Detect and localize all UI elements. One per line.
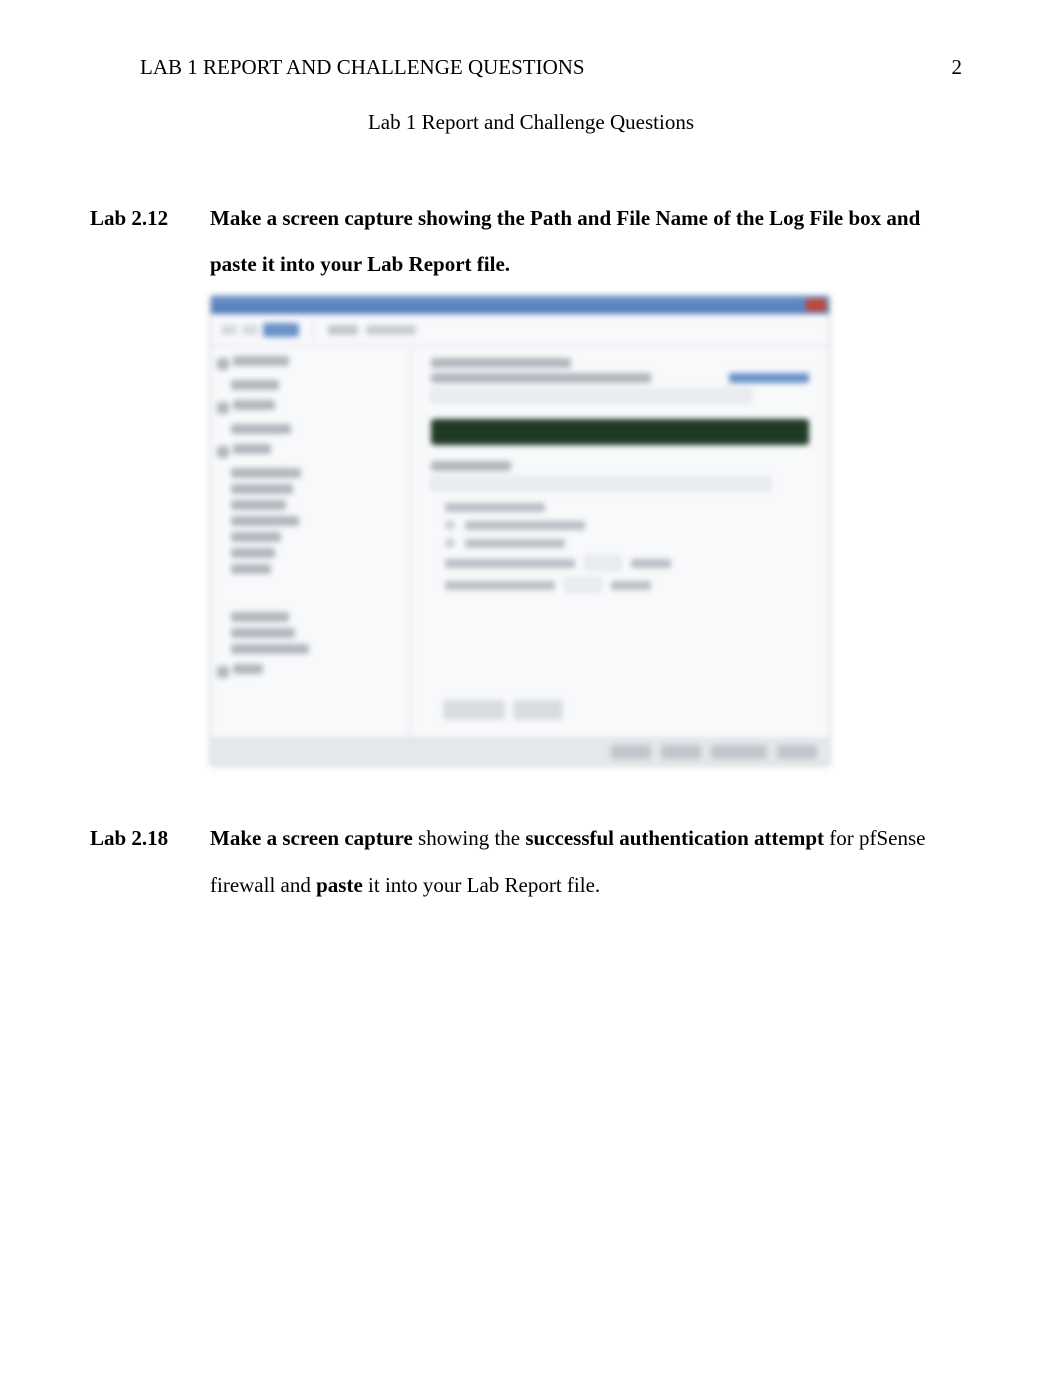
radio-option[interactable] xyxy=(445,520,809,530)
tree-item[interactable] xyxy=(231,484,293,494)
footer-button[interactable] xyxy=(611,745,651,759)
tree-item[interactable] xyxy=(231,380,279,390)
lab-item-body: Make a screen capture showing the succes… xyxy=(210,815,972,907)
radio-icon xyxy=(445,520,455,530)
document-page: LAB 1 REPORT AND CHALLENGE QUESTIONS 2 L… xyxy=(0,0,1062,908)
tree-item[interactable] xyxy=(231,548,275,558)
unit-label xyxy=(631,559,671,568)
footer-button[interactable] xyxy=(777,745,817,759)
options-group xyxy=(431,503,809,592)
toolbar-icon[interactable] xyxy=(221,325,237,335)
toolbar-label xyxy=(366,325,416,335)
text: it into your Lab Report file. xyxy=(363,873,600,897)
text-bold: successful authentication attempt xyxy=(525,826,824,850)
lab-item-218: Lab 2.18 Make a screen capture showing t… xyxy=(90,815,972,907)
field-label xyxy=(431,461,511,471)
running-header-title: LAB 1 REPORT AND CHALLENGE QUESTIONS xyxy=(90,55,585,80)
embedded-screenshot xyxy=(210,295,972,765)
number-option xyxy=(445,578,809,592)
toolbar-label xyxy=(328,325,358,335)
option-label xyxy=(445,581,555,590)
content-buttons xyxy=(431,694,809,726)
text-input[interactable] xyxy=(431,389,751,403)
lab-item-label: Lab 2.12 xyxy=(90,195,210,287)
radio-option[interactable] xyxy=(445,538,809,548)
toolbar-selected-tab[interactable] xyxy=(263,323,299,337)
toolbar-separator xyxy=(313,321,314,339)
tree-item[interactable] xyxy=(231,468,301,478)
lab-item-text: Make a screen capture showing the Path a… xyxy=(210,206,920,276)
group-label xyxy=(445,503,545,512)
dialog-footer xyxy=(211,738,829,764)
tree-item[interactable] xyxy=(231,424,291,434)
dialog-titlebar xyxy=(211,296,829,314)
tree-item[interactable] xyxy=(231,516,299,526)
field-row xyxy=(431,358,809,403)
option-label xyxy=(465,539,565,548)
option-label xyxy=(445,559,575,568)
dialog-content xyxy=(411,346,829,738)
toolbar-icon[interactable] xyxy=(242,325,258,335)
tree-item[interactable] xyxy=(233,356,289,366)
close-icon[interactable] xyxy=(806,299,826,311)
tree-item[interactable] xyxy=(231,500,286,510)
field-sublabel xyxy=(431,373,651,383)
dialog-window xyxy=(210,295,830,765)
action-button[interactable] xyxy=(513,700,563,720)
option-label xyxy=(465,521,585,530)
lab-item-body: Make a screen capture showing the Path a… xyxy=(210,195,972,287)
field-row xyxy=(431,461,809,491)
text: showing the xyxy=(413,826,526,850)
number-option xyxy=(445,556,809,570)
link[interactable] xyxy=(729,373,809,383)
tree-item[interactable] xyxy=(233,400,275,410)
tree-expand-icon[interactable] xyxy=(217,446,229,458)
action-button[interactable] xyxy=(443,700,505,720)
number-input[interactable] xyxy=(565,578,601,592)
text-bold: Make a screen capture xyxy=(210,826,413,850)
lab-item-212: Lab 2.12 Make a screen capture showing t… xyxy=(90,195,972,287)
page-number: 2 xyxy=(952,55,973,80)
tree-expand-icon[interactable] xyxy=(217,358,229,370)
unit-label xyxy=(611,581,651,590)
log-file-path-highlight xyxy=(431,419,809,445)
text-input[interactable] xyxy=(431,477,771,491)
running-header: LAB 1 REPORT AND CHALLENGE QUESTIONS 2 xyxy=(90,55,972,80)
field-label xyxy=(431,358,571,368)
dialog-toolbar xyxy=(211,314,829,346)
tree-item[interactable] xyxy=(233,444,271,454)
tree-item[interactable] xyxy=(233,664,263,674)
tree-item[interactable] xyxy=(231,612,289,622)
tree-item[interactable] xyxy=(231,628,295,638)
footer-button[interactable] xyxy=(661,745,701,759)
nav-tree[interactable] xyxy=(211,346,411,738)
document-title: Lab 1 Report and Challenge Questions xyxy=(90,110,972,135)
dialog-main xyxy=(211,346,829,738)
tree-item[interactable] xyxy=(231,532,281,542)
footer-button[interactable] xyxy=(711,745,767,759)
radio-icon xyxy=(445,538,455,548)
tree-item[interactable] xyxy=(231,644,309,654)
tree-item[interactable] xyxy=(231,564,271,574)
tree-expand-icon[interactable] xyxy=(217,402,229,414)
tree-expand-icon[interactable] xyxy=(217,666,229,678)
text-bold: paste xyxy=(316,873,363,897)
lab-item-label: Lab 2.18 xyxy=(90,815,210,907)
number-input[interactable] xyxy=(585,556,621,570)
